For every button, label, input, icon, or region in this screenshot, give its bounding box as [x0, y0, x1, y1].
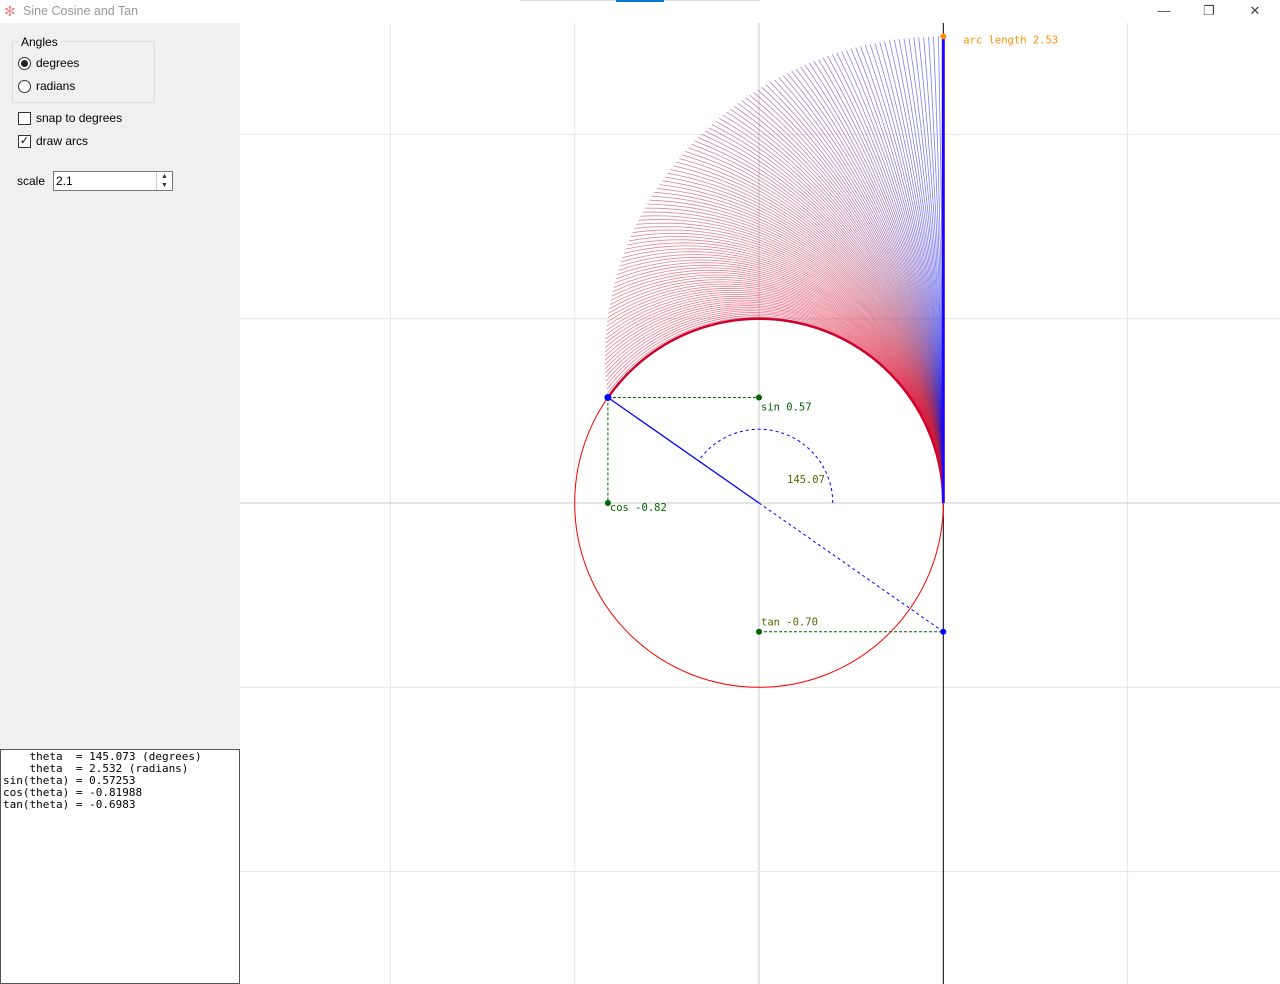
minimize-button[interactable]: —: [1141, 0, 1187, 23]
radians-radio[interactable]: radians: [18, 79, 75, 93]
cos-label: cos -0.82: [610, 502, 667, 514]
sidebar: Angles degrees radians snap to degrees ✓…: [0, 23, 240, 749]
close-button[interactable]: ✕: [1232, 0, 1278, 23]
scale-label: scale: [17, 174, 46, 188]
arc-end-point: [940, 33, 947, 40]
tan-point: [940, 628, 947, 635]
degrees-radio[interactable]: degrees: [18, 56, 79, 70]
title-bar: ✻ Sine Cosine and Tan — ❐ ✕: [0, 0, 1280, 23]
degrees-label: degrees: [36, 56, 80, 70]
draw-arcs-label: draw arcs: [36, 134, 89, 148]
spin-down-icon[interactable]: ▼: [157, 181, 172, 190]
window-title: Sine Cosine and Tan: [23, 4, 139, 18]
radio-icon[interactable]: [18, 79, 31, 93]
sin-label: sin 0.57: [761, 401, 812, 413]
focus-indicator: [616, 0, 664, 2]
checkmark-icon[interactable]: ✓: [18, 134, 31, 148]
tan-extension-line: [758, 502, 944, 633]
radio-icon[interactable]: [18, 56, 31, 70]
guide-point: [756, 628, 762, 635]
angles-group-label: Angles: [19, 35, 60, 49]
angle-point: [604, 393, 612, 401]
radians-label: radians: [36, 79, 76, 93]
tan-label: tan -0.70: [761, 617, 818, 629]
arc-length-label: arc length 2.53: [963, 34, 1058, 46]
plot-canvas[interactable]: sin 0.57 cos -0.82 tan -0.70 145.07 arc leng…: [240, 23, 1280, 984]
angles-group: [12, 41, 155, 103]
snap-checkbox[interactable]: snap to degrees: [18, 111, 122, 125]
angle-arc: [698, 428, 834, 504]
draw-arcs-checkbox[interactable]: ✓ draw arcs: [18, 134, 88, 148]
unroll-arc: [613, 267, 944, 504]
angle-label: 145.07: [787, 474, 825, 486]
checkbox-icon[interactable]: [18, 111, 31, 125]
restore-button[interactable]: ❐: [1186, 0, 1232, 23]
output-textbox[interactable]: theta = 145.073 (degrees) theta = 2.532 …: [0, 749, 240, 984]
radius-line: [607, 396, 760, 504]
scale-spinner[interactable]: ▲ ▼: [156, 172, 172, 190]
snap-label: snap to degrees: [36, 111, 123, 125]
spin-up-icon[interactable]: ▲: [157, 172, 172, 181]
output-line: tan(theta) = -0.6983: [3, 798, 136, 811]
guide-point: [756, 394, 762, 401]
scale-input[interactable]: [53, 171, 173, 191]
app-icon: ✻: [4, 3, 16, 19]
